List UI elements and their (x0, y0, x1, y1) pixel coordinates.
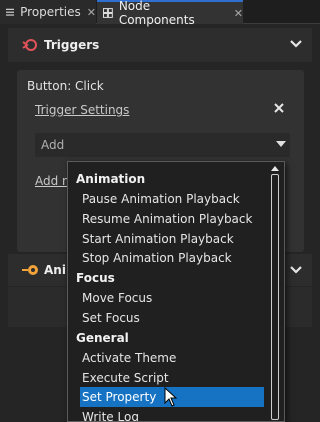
menu-item-write-log[interactable]: Write Log (68, 407, 268, 421)
add-placeholder: Add (41, 138, 65, 152)
menu-item-start-animation[interactable]: Start Animation Playback (68, 229, 268, 249)
dropdown-arrow-icon (276, 141, 286, 147)
tab-bar: Properties ✕ Node Components ✕ (0, 0, 320, 27)
components-icon (103, 8, 113, 18)
tab-label: Node Components (118, 0, 195, 27)
tab-close-icon[interactable]: ✕ (234, 7, 243, 20)
menu-item-resume-animation[interactable]: Resume Animation Playback (68, 209, 268, 229)
menu-item-set-focus[interactable]: Set Focus (68, 308, 268, 328)
menu-item-move-focus[interactable]: Move Focus (68, 288, 268, 308)
close-icon[interactable] (272, 101, 286, 115)
menu-item-stop-animation[interactable]: Stop Animation Playback (68, 248, 268, 268)
triggers-header[interactable]: Triggers (8, 28, 312, 62)
chevron-down-icon[interactable] (288, 36, 304, 52)
mouse-cursor-icon (164, 387, 178, 407)
menu-item-pause-animation[interactable]: Pause Animation Playback (68, 189, 268, 209)
scroll-up-icon[interactable] (271, 166, 279, 171)
action-dropdown-menu: Animation Pause Animation Playback Resum… (67, 161, 285, 422)
trigger-settings-link[interactable]: Trigger Settings (35, 103, 129, 117)
dropdown-scrollbar[interactable] (270, 164, 280, 420)
dropdown-list: Animation Pause Animation Playback Resum… (68, 169, 268, 421)
trigger-name: Button: Click (27, 79, 104, 93)
triggers-title: Triggers (44, 38, 100, 52)
tab-label: Properties (20, 5, 81, 19)
scroll-thumb[interactable] (271, 174, 279, 420)
menu-item-execute-script[interactable]: Execute Script (68, 368, 268, 388)
tab-properties[interactable]: Properties ✕ (0, 0, 96, 24)
tab-node-components[interactable]: Node Components ✕ (97, 0, 243, 27)
animation-icon (22, 265, 38, 275)
group-focus: Focus (76, 271, 115, 286)
add-action-dropdown[interactable]: Add (35, 133, 290, 157)
group-general: General (76, 330, 129, 345)
menu-item-activate-theme[interactable]: Activate Theme (68, 348, 268, 368)
group-animation: Animation (76, 172, 146, 186)
chevron-down-icon[interactable] (288, 262, 304, 278)
trigger-icon (22, 39, 37, 51)
list-icon (6, 8, 15, 16)
tab-close-icon[interactable]: ✕ (87, 6, 96, 19)
animations-title: Ani (44, 263, 66, 277)
